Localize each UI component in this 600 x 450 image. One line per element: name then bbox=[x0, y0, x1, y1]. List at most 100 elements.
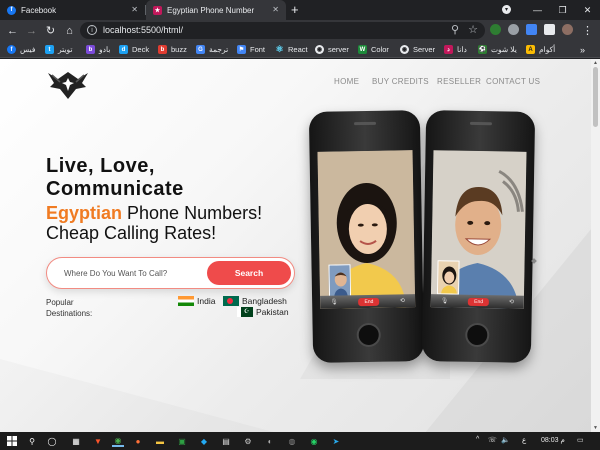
brave-browser-icon[interactable]: ▼ bbox=[92, 435, 104, 447]
bookmark-item[interactable]: t تويتر bbox=[45, 43, 72, 56]
whatsapp-icon[interactable]: ◉ bbox=[308, 435, 320, 447]
badoo-icon: b bbox=[86, 45, 95, 54]
bookmark-item[interactable]: b بادو bbox=[86, 43, 110, 56]
search-icon[interactable]: ⚲ bbox=[26, 435, 38, 447]
nav-contact-us[interactable]: CONTACT US bbox=[486, 77, 540, 86]
bookmark-item[interactable]: ◉ Server bbox=[400, 43, 435, 56]
chrome-icon[interactable]: ◉ bbox=[112, 435, 124, 447]
self-view-thumbnail bbox=[436, 260, 460, 295]
scroll-up-icon[interactable]: ▲ bbox=[593, 60, 598, 66]
firefox-icon[interactable]: ● bbox=[132, 435, 144, 447]
call-controls: 🎙 End ⟲ bbox=[430, 294, 524, 309]
bookmarks-overflow-button[interactable]: » bbox=[580, 43, 585, 56]
scroll-down-icon[interactable]: ▼ bbox=[593, 425, 598, 431]
switch-camera-icon[interactable]: ⟲ bbox=[509, 299, 514, 306]
dana-icon: د bbox=[444, 45, 453, 54]
vscode-icon[interactable]: ◆ bbox=[198, 435, 210, 447]
forward-button[interactable]: → bbox=[24, 23, 39, 38]
server-icon: ◉ bbox=[315, 45, 324, 54]
nav-home[interactable]: HOME bbox=[334, 77, 359, 86]
app-icon[interactable]: ◍ bbox=[286, 435, 298, 447]
bookmark-item[interactable]: b buzz bbox=[158, 43, 187, 56]
reload-button[interactable]: ↻ bbox=[43, 23, 58, 38]
extension-icon[interactable] bbox=[508, 24, 519, 35]
tab-facebook[interactable]: f Facebook ✕ bbox=[0, 0, 145, 20]
phone-right: 🎙 End ⟲ bbox=[421, 110, 536, 363]
destination-bangladesh[interactable]: Bangladesh bbox=[223, 296, 287, 306]
notifications-icon[interactable]: ▭ bbox=[577, 436, 584, 444]
network-icon[interactable]: ☏ bbox=[488, 436, 497, 444]
mute-icon[interactable]: 🎙 bbox=[330, 299, 338, 306]
bookmark-item[interactable]: ⚛ React bbox=[275, 43, 307, 56]
windows-start-icon[interactable] bbox=[6, 435, 18, 447]
home-button[interactable]: ⌂ bbox=[62, 23, 77, 38]
file-explorer-icon[interactable]: ▬ bbox=[154, 435, 166, 447]
extension-icon[interactable] bbox=[490, 24, 501, 35]
background-shape bbox=[0, 359, 300, 432]
flag-icon: ⚑ bbox=[237, 45, 246, 54]
close-window-button[interactable]: ✕ bbox=[575, 0, 600, 20]
site-info-icon[interactable]: i bbox=[87, 25, 97, 35]
task-view-icon[interactable]: ▦ bbox=[70, 435, 82, 447]
bookmark-item[interactable]: د دانا bbox=[444, 43, 467, 56]
india-flag-icon bbox=[178, 296, 194, 306]
page-scrollbar[interactable]: ▲ ▼ bbox=[591, 59, 600, 432]
clock[interactable]: 08:03 م bbox=[541, 436, 565, 444]
bookmark-item[interactable]: W Color bbox=[358, 43, 389, 56]
minimize-button[interactable]: — bbox=[525, 0, 550, 20]
bookmark-item[interactable]: A أكوام bbox=[526, 43, 555, 56]
address-bar[interactable]: i localhost:5500/html/ ⚲ ☆ bbox=[80, 22, 485, 39]
bookmark-item[interactable]: ⚑ Font bbox=[237, 43, 265, 56]
scrollbar-thumb[interactable] bbox=[593, 67, 598, 127]
color-icon: W bbox=[358, 45, 367, 54]
close-tab-icon[interactable]: ✕ bbox=[272, 6, 279, 14]
search-input[interactable]: Where Do You Want To Call? bbox=[64, 269, 167, 278]
store-icon[interactable]: ▤ bbox=[220, 435, 232, 447]
back-button[interactable]: ← bbox=[5, 23, 20, 38]
bookmark-item[interactable]: G ترجمة bbox=[196, 43, 228, 56]
language-indicator[interactable]: ع bbox=[522, 436, 526, 444]
end-call-button[interactable]: End bbox=[358, 297, 380, 306]
app-icon[interactable]: ▣ bbox=[176, 435, 188, 447]
new-tab-button[interactable]: + bbox=[291, 2, 299, 17]
yallashoot-icon: ⚽ bbox=[478, 45, 487, 54]
headline-line-1: Live, Love, bbox=[46, 155, 155, 177]
menu-icon[interactable]: ⋮ bbox=[580, 23, 595, 38]
phone-speaker bbox=[353, 121, 376, 126]
destination-india[interactable]: India bbox=[178, 296, 215, 306]
settings-gear-icon[interactable]: ⚙ bbox=[242, 435, 254, 447]
search-icon[interactable]: ⚲ bbox=[451, 23, 459, 36]
server-icon: ◉ bbox=[400, 45, 409, 54]
destination-pakistan[interactable]: ☪ Pakistan bbox=[237, 307, 289, 317]
wolf-logo-icon[interactable] bbox=[46, 69, 90, 101]
bookmark-item[interactable]: d Deck bbox=[119, 43, 149, 56]
restore-button[interactable]: ❐ bbox=[550, 0, 575, 20]
search-button[interactable]: Search bbox=[207, 261, 291, 285]
telegram-icon[interactable]: ➤ bbox=[330, 435, 342, 447]
react-icon: ⚛ bbox=[275, 44, 284, 54]
app-icon[interactable]: ◐ bbox=[264, 435, 276, 447]
end-call-button[interactable]: End bbox=[468, 297, 490, 306]
show-hidden-icons[interactable]: ^ bbox=[476, 436, 479, 443]
tab-search-icon[interactable]: ▾ bbox=[502, 5, 511, 14]
tab-egyptian-phone-number[interactable]: ★ Egyptian Phone Number ✕ bbox=[146, 0, 286, 20]
avatar[interactable] bbox=[562, 24, 573, 35]
bookmark-item[interactable]: ◉ server bbox=[315, 43, 349, 56]
bookmark-item[interactable]: f فيس bbox=[7, 43, 35, 56]
bookmark-item[interactable]: ⚽ يلا شوت bbox=[478, 43, 517, 56]
translate-icon: G bbox=[196, 45, 205, 54]
cortana-icon[interactable]: ◯ bbox=[46, 435, 58, 447]
nav-reseller[interactable]: RESELLER bbox=[437, 77, 481, 86]
url-text: localhost:5500/html/ bbox=[103, 25, 184, 35]
nav-buy-credits[interactable]: BUY CREDITS bbox=[372, 77, 429, 86]
volume-icon[interactable]: 🔈 bbox=[501, 436, 510, 444]
extensions-puzzle-icon[interactable] bbox=[544, 24, 555, 35]
extension-icon[interactable] bbox=[526, 24, 537, 35]
mute-icon[interactable]: 🎙 bbox=[441, 297, 449, 304]
akwam-icon: A bbox=[526, 45, 535, 54]
bangladesh-flag-icon bbox=[223, 296, 239, 306]
home-button-icon bbox=[464, 322, 489, 348]
bookmark-star-icon[interactable]: ☆ bbox=[468, 23, 478, 36]
switch-camera-icon[interactable]: ⟲ bbox=[400, 297, 405, 304]
close-tab-icon[interactable]: ✕ bbox=[131, 6, 138, 14]
